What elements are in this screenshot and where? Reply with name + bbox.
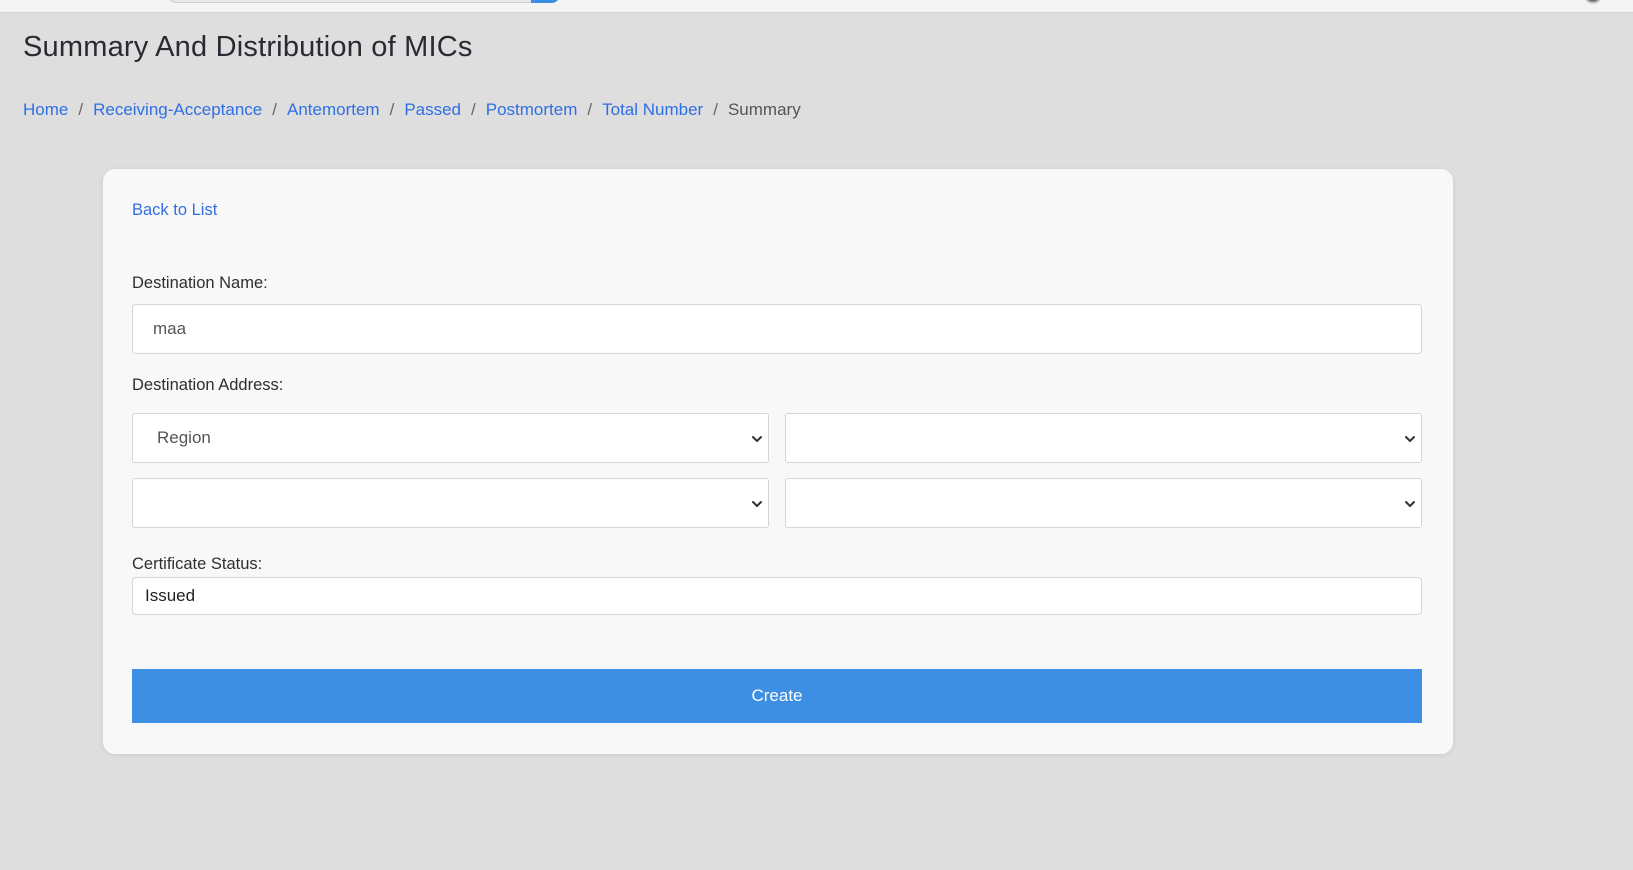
- top-search-input[interactable]: [168, 0, 558, 3]
- breadcrumb-total-number[interactable]: Total Number: [602, 100, 703, 120]
- address-select-2[interactable]: [785, 413, 1422, 463]
- address-select-3[interactable]: [132, 478, 769, 528]
- breadcrumb-separator: /: [389, 100, 395, 119]
- certificate-status-label: Certificate Status:: [132, 555, 263, 573]
- chevron-down-icon: [1405, 501, 1415, 507]
- region-select-value: Region: [157, 428, 211, 447]
- breadcrumb: Home / Receiving-Acceptance / Antemortem…: [23, 100, 801, 120]
- destination-address-label: Destination Address:: [132, 376, 284, 394]
- chevron-down-icon: [752, 501, 762, 507]
- breadcrumb-postmortem[interactable]: Postmortem: [486, 100, 578, 120]
- breadcrumb-separator: /: [713, 100, 718, 119]
- top-navbar: [0, 0, 1633, 13]
- breadcrumb-home[interactable]: Home: [23, 100, 68, 120]
- certificate-status-input[interactable]: [132, 577, 1422, 615]
- region-select[interactable]: Region: [132, 413, 769, 463]
- chevron-down-icon: [1405, 436, 1415, 442]
- top-search-button[interactable]: [531, 0, 560, 3]
- page-title: Summary And Distribution of MICs: [23, 31, 473, 63]
- breadcrumb-separator: /: [272, 100, 277, 119]
- breadcrumb-current: Summary: [727, 100, 801, 119]
- breadcrumb-separator: /: [78, 100, 84, 119]
- destination-name-label: Destination Name:: [132, 274, 268, 292]
- breadcrumb-passed[interactable]: Passed: [404, 100, 461, 120]
- create-button[interactable]: Create: [132, 669, 1422, 723]
- back-to-list-link[interactable]: Back to List: [132, 201, 217, 220]
- address-select-4[interactable]: [785, 478, 1422, 528]
- destination-name-input[interactable]: [132, 304, 1422, 354]
- breadcrumb-separator: /: [587, 100, 593, 119]
- breadcrumb-antemortem[interactable]: Antemortem: [287, 100, 380, 120]
- chevron-down-icon: [752, 436, 762, 442]
- breadcrumb-receiving-acceptance[interactable]: Receiving-Acceptance: [93, 100, 262, 120]
- form-card: Back to List Destination Name: Destinati…: [103, 169, 1453, 754]
- breadcrumb-separator: /: [471, 100, 476, 119]
- avatar[interactable]: [1584, 0, 1602, 4]
